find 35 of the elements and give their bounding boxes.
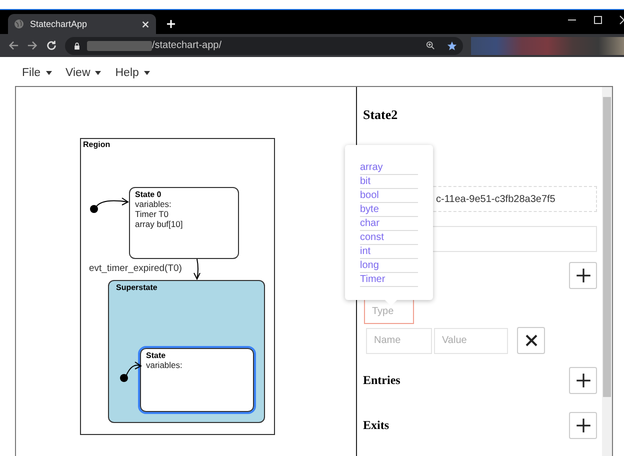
browser-tab[interactable]: StatechartApp [8,14,156,34]
superstate-name: Superstate [116,283,158,292]
menu-item[interactable]: File [22,67,52,79]
state-variable: Timer T0 [135,209,170,219]
type-option[interactable]: array [360,161,418,175]
name-field[interactable]: Name [366,328,432,354]
url-text: /statechart-app/ [152,40,222,51]
state-name: State 0 [135,190,162,199]
state-node[interactable]: State 0 variables: Timer T0 array buf[10] [129,187,239,259]
type-option[interactable]: char [360,217,418,231]
type-option[interactable]: const [360,231,418,245]
state-node[interactable]: State variables: [140,348,254,412]
state-variables-label: variables: [135,199,172,209]
value-field[interactable]: Value [434,328,508,354]
menu-item[interactable]: View [66,67,102,79]
address-bar[interactable]: /statechart-app/ [65,36,463,54]
state-title: State2 [363,107,399,123]
type-option[interactable]: long [360,259,418,273]
state-name: State [146,351,167,360]
type-option[interactable]: bool [360,189,418,203]
region-label: Region [82,139,112,149]
superstate-node[interactable]: Superstate State variables: [108,280,265,423]
type-option[interactable]: byte [360,203,418,217]
transition-label: evt_timer_expired(T0) [89,263,182,274]
diagram-canvas[interactable]: Region State 0 variables: Timer T0 array buf[10] evt_timer_expired(T0) Superstate State variables: [16,87,357,456]
section-title: Entries [363,373,400,388]
section-title: Exits [363,418,390,433]
tab-title: StatechartApp [30,19,88,29]
type-option[interactable]: bit [360,175,418,189]
type-option[interactable]: Timer [360,273,418,287]
state-variables-label: variables: [146,360,184,370]
menu-item[interactable]: Help [115,67,150,79]
type-field[interactable]: Type [364,298,414,324]
state-variable: array buf[10] [135,219,184,229]
type-option[interactable]: int [360,245,418,259]
